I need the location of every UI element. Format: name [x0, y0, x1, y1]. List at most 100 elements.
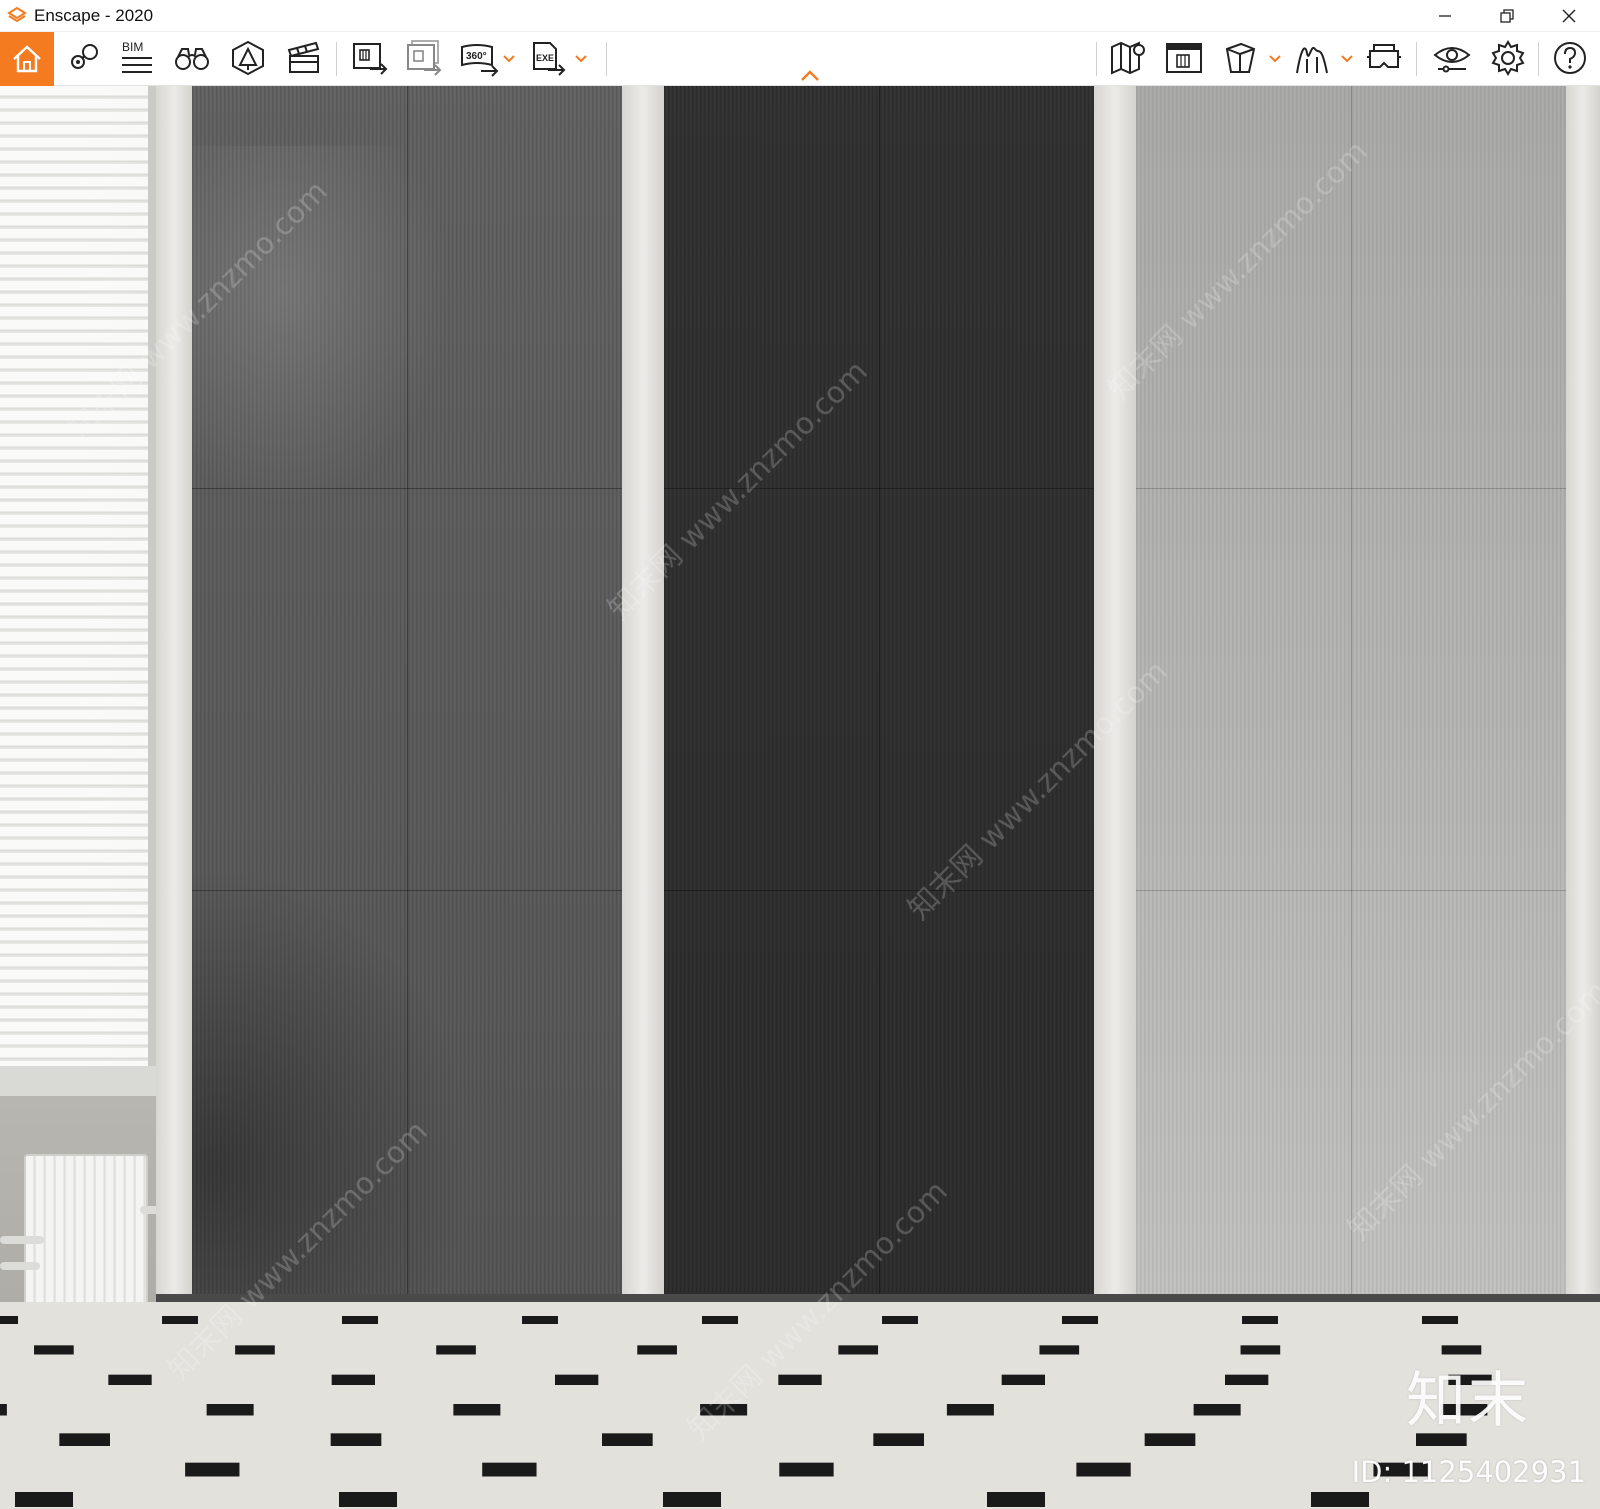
panel-seam — [664, 488, 1094, 489]
title-bar: Enscape - 2020 — [0, 0, 1600, 32]
floor-tile-dot — [1422, 1316, 1458, 1324]
view-management-button[interactable] — [1216, 34, 1264, 82]
batch-render-icon — [407, 40, 442, 76]
video-editor-button[interactable] — [280, 34, 328, 82]
render-window-icon — [1166, 43, 1202, 73]
image-id-label: ID: 1125402931 — [1351, 1455, 1586, 1489]
floor-tile-dot — [1062, 1316, 1098, 1324]
floor-tile-dot — [637, 1345, 677, 1355]
floor-tile-dot — [946, 1404, 994, 1416]
panel-seam — [192, 488, 622, 489]
panorama-360-button[interactable]: 360° — [456, 34, 504, 82]
floor-tile-dot — [108, 1374, 152, 1385]
vr-headset-icon — [1367, 44, 1401, 68]
floor-tile-dot — [331, 1374, 375, 1385]
chevron-up-icon — [801, 70, 819, 81]
visibility-eye-icon — [1433, 47, 1471, 73]
floor-tile-dot — [0, 1404, 7, 1416]
floor-tile-dot — [59, 1433, 110, 1446]
restore-button[interactable] — [1476, 0, 1538, 32]
export-exe-button[interactable]: EXE — [524, 34, 572, 82]
stone-panel-left — [192, 86, 622, 1296]
export-exe-label: EXE — [536, 53, 554, 63]
wall-pilaster — [622, 86, 664, 1296]
stone-panel-center — [664, 86, 1094, 1296]
floor-tile-dot — [185, 1462, 240, 1477]
floor-tile-dot — [873, 1433, 924, 1446]
floor-tile-dot — [1039, 1345, 1080, 1355]
home-icon — [13, 45, 41, 73]
home-button[interactable] — [0, 32, 54, 86]
render-window-button[interactable] — [1160, 34, 1208, 82]
floor-tile-dot — [453, 1404, 501, 1416]
chevron-down-icon — [503, 55, 515, 63]
floor-tile-dot — [522, 1316, 558, 1324]
main-toolbar: BIM 360° EXE — [0, 32, 1600, 86]
chevron-down-icon — [1341, 55, 1353, 63]
visual-settings-icon — [71, 44, 98, 69]
floor-tile-dot — [555, 1374, 599, 1385]
panel-seam — [192, 890, 622, 891]
bim-label: BIM — [122, 40, 143, 54]
floor-tile-dot — [779, 1462, 834, 1477]
material-editor-button[interactable] — [1288, 34, 1336, 82]
window-blinds — [0, 86, 152, 1086]
map-icon — [1111, 41, 1145, 75]
help-icon — [1554, 42, 1586, 74]
chevron-down-icon — [575, 55, 587, 63]
floor-tile-dot — [702, 1316, 738, 1324]
floor-tile-dot — [1001, 1374, 1045, 1385]
help-button[interactable] — [1546, 34, 1594, 82]
floor-tile-dot — [206, 1404, 254, 1416]
close-button[interactable] — [1538, 0, 1600, 32]
enscape-logo-icon — [6, 5, 28, 27]
material-dropdown-arrow[interactable] — [1340, 46, 1354, 72]
render-viewport[interactable]: 知末网 www.znzmo.com 知末网 www.znzmo.com 知末网 … — [0, 86, 1600, 1509]
panorama-dropdown-arrow[interactable] — [502, 46, 516, 72]
map-button[interactable] — [1104, 34, 1152, 82]
panel-light — [192, 146, 452, 506]
window-title: Enscape - 2020 — [34, 5, 154, 25]
floor-tile-dot — [987, 1492, 1045, 1507]
video-editor-icon — [287, 41, 320, 73]
screenshot-render-icon — [353, 43, 388, 75]
floor-tile-dot — [602, 1433, 653, 1446]
settings-button[interactable] — [1484, 34, 1532, 82]
wall-pilaster — [1094, 86, 1136, 1296]
panorama-360-icon: 360° — [461, 44, 499, 77]
floor-tile-dot — [0, 1316, 18, 1324]
material-editor-icon — [1296, 46, 1328, 74]
floor-tile-dot — [663, 1492, 721, 1507]
window-with-blinds — [0, 86, 156, 1106]
bim-button[interactable]: BIM — [112, 34, 160, 82]
toolbar-separator — [606, 42, 607, 76]
minimize-button[interactable] — [1414, 0, 1476, 32]
visibility-button[interactable] — [1428, 34, 1476, 82]
floor-tile-dot — [1242, 1316, 1278, 1324]
radiator-pipe — [0, 1262, 40, 1270]
floor-tile-dot — [1076, 1462, 1131, 1477]
floor-tile-dot — [1193, 1404, 1241, 1416]
window-controls — [1414, 0, 1600, 32]
panel-seam — [407, 86, 408, 1296]
floor-tile-dot — [34, 1345, 74, 1355]
view-dropdown-arrow[interactable] — [1268, 46, 1282, 72]
chevron-down-icon — [1269, 55, 1281, 63]
visual-settings-button[interactable] — [60, 34, 108, 82]
walk-mode-button[interactable] — [168, 34, 216, 82]
toolbar-separator — [1538, 42, 1539, 76]
export-exe-icon: EXE — [533, 42, 566, 76]
floor-tile-dot — [882, 1316, 918, 1324]
floor-tile-dot — [1144, 1433, 1196, 1446]
panel-shadow — [192, 866, 472, 1296]
vr-headset-button[interactable] — [1360, 34, 1408, 82]
batch-render-button[interactable] — [400, 34, 448, 82]
asset-library-button[interactable] — [224, 34, 272, 82]
collapse-toolbar-button[interactable] — [798, 68, 822, 84]
binoculars-icon — [175, 48, 209, 70]
screenshot-render-button[interactable] — [346, 34, 394, 82]
bim-list-icon: BIM — [122, 40, 152, 73]
panel-seam — [1351, 86, 1352, 1296]
export-dropdown-arrow[interactable] — [574, 46, 588, 72]
settings-gear-icon — [1491, 40, 1525, 76]
